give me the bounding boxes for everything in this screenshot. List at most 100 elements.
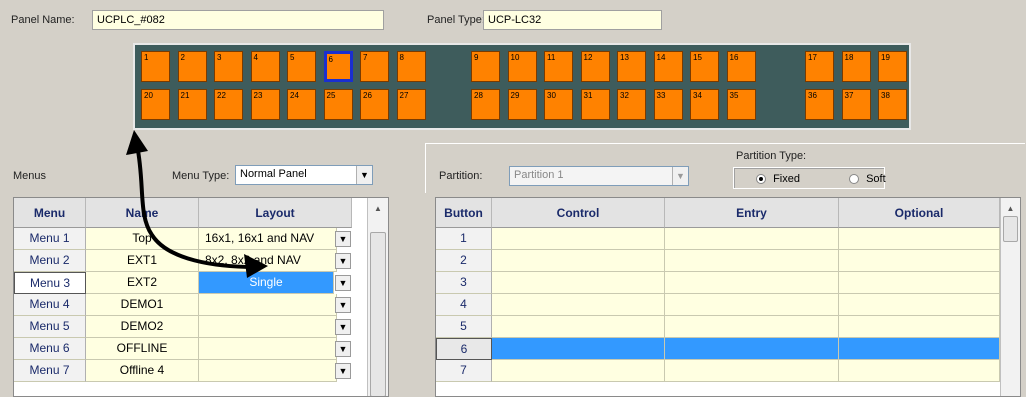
optional-cell[interactable] bbox=[839, 360, 1000, 382]
menu-row-header[interactable]: Menu 6 bbox=[14, 338, 86, 360]
col-header-entry[interactable]: Entry bbox=[665, 198, 839, 228]
partition-combo[interactable]: Partition 1 ▼ bbox=[509, 166, 689, 186]
col-header-optional[interactable]: Optional bbox=[839, 198, 1000, 228]
chevron-down-icon[interactable]: ▼ bbox=[335, 297, 351, 313]
partition-row-header[interactable]: 1 bbox=[436, 228, 492, 250]
panel-key-22[interactable]: 22 bbox=[214, 89, 243, 120]
panel-key-12[interactable]: 12 bbox=[580, 51, 610, 82]
panel-key-15[interactable]: 15 bbox=[690, 51, 719, 82]
menus-scrollbar[interactable]: ▲ bbox=[367, 198, 388, 396]
panel-key-17[interactable]: 17 bbox=[805, 51, 834, 82]
partition-row-header[interactable]: 3 bbox=[436, 272, 492, 294]
menu-name-cell[interactable]: DEMO2 bbox=[86, 316, 199, 338]
col-header-menu[interactable]: Menu bbox=[14, 198, 86, 228]
panel-key-10[interactable]: 10 bbox=[507, 51, 537, 82]
panel-key-33[interactable]: 33 bbox=[653, 89, 683, 120]
scroll-up-icon[interactable]: ▲ bbox=[368, 200, 388, 216]
menu-layout-cell[interactable] bbox=[199, 360, 337, 382]
menus-scroll-thumb[interactable] bbox=[370, 232, 386, 396]
panel-key-36[interactable]: 36 bbox=[805, 89, 834, 120]
panel-key-5[interactable]: 5 bbox=[287, 51, 316, 82]
control-cell[interactable] bbox=[492, 228, 665, 250]
panel-key-21[interactable]: 21 bbox=[177, 89, 207, 120]
menu-row-header[interactable]: Menu 7 bbox=[14, 360, 86, 382]
menu-layout-cell[interactable] bbox=[199, 338, 337, 360]
menu-row-header[interactable]: Menu 3 bbox=[14, 272, 86, 294]
scroll-up-icon[interactable]: ▲ bbox=[1001, 200, 1020, 216]
panel-key-2[interactable]: 2 bbox=[177, 51, 207, 82]
panel-key-4[interactable]: 4 bbox=[250, 51, 280, 82]
menu-layout-cell[interactable] bbox=[199, 316, 337, 338]
control-cell[interactable] bbox=[492, 294, 665, 316]
partition-row-header[interactable]: 7 bbox=[436, 360, 492, 382]
panel-key-13[interactable]: 13 bbox=[617, 51, 646, 82]
chevron-down-icon[interactable]: ▼ bbox=[356, 166, 372, 184]
panel-key-11[interactable]: 11 bbox=[544, 51, 573, 82]
panel-key-37[interactable]: 37 bbox=[841, 89, 871, 120]
panel-key-38[interactable]: 38 bbox=[878, 89, 907, 120]
panel-key-25[interactable]: 25 bbox=[323, 89, 353, 120]
panel-key-29[interactable]: 29 bbox=[507, 89, 537, 120]
chevron-down-icon[interactable]: ▼ bbox=[335, 363, 351, 379]
panel-key-3[interactable]: 3 bbox=[214, 51, 243, 82]
panel-key-9[interactable]: 9 bbox=[471, 51, 500, 82]
control-cell[interactable] bbox=[492, 272, 665, 294]
chevron-down-icon[interactable]: ▼ bbox=[335, 319, 351, 335]
optional-cell[interactable] bbox=[839, 338, 1000, 360]
optional-cell[interactable] bbox=[839, 294, 1000, 316]
menu-row-header[interactable]: Menu 2 bbox=[14, 250, 86, 272]
soft-radio[interactable]: Soft bbox=[849, 173, 886, 185]
entry-cell[interactable] bbox=[665, 360, 839, 382]
partition-scrollbar[interactable]: ▲ bbox=[1000, 198, 1020, 396]
panel-key-27[interactable]: 27 bbox=[396, 89, 426, 120]
menu-name-cell[interactable]: OFFLINE bbox=[86, 338, 199, 360]
chevron-down-icon[interactable]: ▼ bbox=[335, 275, 351, 291]
entry-cell[interactable] bbox=[665, 338, 839, 360]
partition-row-header[interactable]: 2 bbox=[436, 250, 492, 272]
panel-type-field[interactable]: UCP-LC32 bbox=[483, 10, 662, 30]
menu-name-cell[interactable]: Offline 4 bbox=[86, 360, 199, 382]
panel-key-28[interactable]: 28 bbox=[471, 89, 500, 120]
panel-key-18[interactable]: 18 bbox=[841, 51, 871, 82]
entry-cell[interactable] bbox=[665, 228, 839, 250]
panel-key-19[interactable]: 19 bbox=[878, 51, 907, 82]
panel-key-8[interactable]: 8 bbox=[396, 51, 426, 82]
panel-key-32[interactable]: 32 bbox=[617, 89, 646, 120]
optional-cell[interactable] bbox=[839, 228, 1000, 250]
chevron-down-icon[interactable]: ▼ bbox=[335, 231, 351, 247]
panel-key-31[interactable]: 31 bbox=[580, 89, 610, 120]
panel-key-1[interactable]: 1 bbox=[141, 51, 170, 82]
entry-cell[interactable] bbox=[665, 272, 839, 294]
chevron-down-icon[interactable]: ▼ bbox=[335, 341, 351, 357]
panel-name-field[interactable]: UCPLC_#082 bbox=[92, 10, 384, 30]
partition-row-header[interactable]: 4 bbox=[436, 294, 492, 316]
control-cell[interactable] bbox=[492, 250, 665, 272]
panel-key-30[interactable]: 30 bbox=[544, 89, 573, 120]
control-cell[interactable] bbox=[492, 360, 665, 382]
partition-row-header[interactable]: 6 bbox=[436, 338, 492, 360]
partition-scroll-thumb[interactable] bbox=[1003, 216, 1018, 242]
col-header-button[interactable]: Button bbox=[436, 198, 492, 228]
optional-cell[interactable] bbox=[839, 272, 1000, 294]
control-cell[interactable] bbox=[492, 316, 665, 338]
col-header-control[interactable]: Control bbox=[492, 198, 665, 228]
entry-cell[interactable] bbox=[665, 294, 839, 316]
panel-key-34[interactable]: 34 bbox=[690, 89, 719, 120]
panel-key-26[interactable]: 26 bbox=[360, 89, 389, 120]
panel-key-35[interactable]: 35 bbox=[726, 89, 756, 120]
optional-cell[interactable] bbox=[839, 316, 1000, 338]
panel-key-16[interactable]: 16 bbox=[726, 51, 756, 82]
panel-key-6[interactable]: 6 bbox=[323, 51, 353, 82]
menu-layout-cell[interactable] bbox=[199, 294, 337, 316]
menu-name-cell[interactable]: DEMO1 bbox=[86, 294, 199, 316]
menu-row-header[interactable]: Menu 5 bbox=[14, 316, 86, 338]
panel-key-7[interactable]: 7 bbox=[360, 51, 389, 82]
panel-key-24[interactable]: 24 bbox=[287, 89, 316, 120]
panel-key-20[interactable]: 20 bbox=[141, 89, 170, 120]
fixed-radio[interactable]: Fixed bbox=[756, 173, 800, 185]
control-cell[interactable] bbox=[492, 338, 665, 360]
chevron-down-icon[interactable]: ▼ bbox=[672, 167, 688, 185]
panel-key-23[interactable]: 23 bbox=[250, 89, 280, 120]
menu-row-header[interactable]: Menu 1 bbox=[14, 228, 86, 250]
entry-cell[interactable] bbox=[665, 316, 839, 338]
